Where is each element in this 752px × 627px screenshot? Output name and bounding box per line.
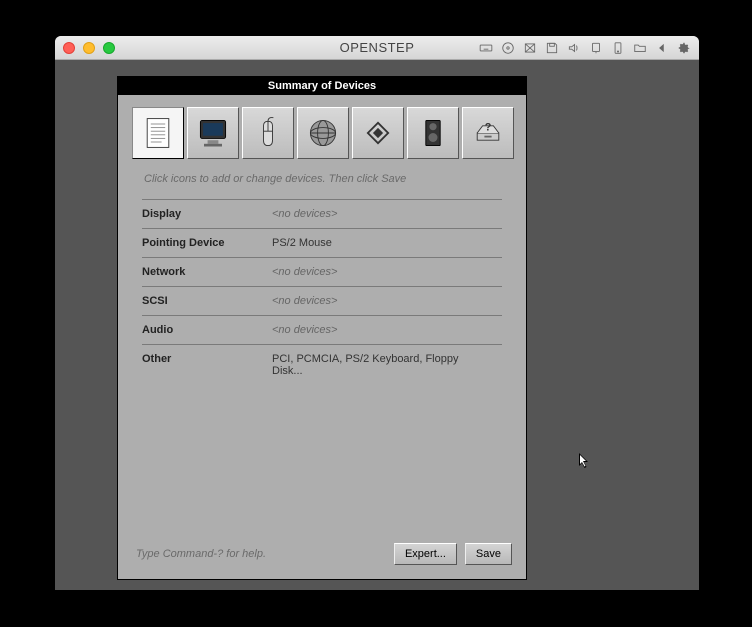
disc-icon[interactable]: [501, 41, 515, 55]
device-label: Network: [142, 266, 272, 278]
folder-icon[interactable]: [633, 41, 647, 55]
floppy-icon[interactable]: [545, 41, 559, 55]
other-icon[interactable]: ?: [462, 107, 514, 159]
mouse-icon[interactable]: [242, 107, 294, 159]
app-body: ? Click icons to add or change devices. …: [118, 95, 526, 397]
device-row: Pointing Device PS/2 Mouse: [142, 228, 502, 257]
device-config-window: Summary of Devices: [117, 76, 527, 580]
device-value: <no devices>: [272, 208, 337, 220]
zoom-button[interactable]: [103, 42, 115, 54]
minimize-button[interactable]: [83, 42, 95, 54]
device-label: SCSI: [142, 295, 272, 307]
instruction-text: Click icons to add or change devices. Th…: [144, 173, 514, 185]
window-title: OPENSTEP: [340, 40, 415, 55]
network-icon[interactable]: [297, 107, 349, 159]
save-button[interactable]: Save: [465, 543, 512, 565]
device-row: Other PCI, PCMCIA, PS/2 Keyboard, Floppy…: [142, 344, 502, 385]
gear-icon[interactable]: [677, 41, 691, 55]
footer: Type Command-? for help. Expert... Save: [136, 543, 512, 565]
app-window-title: Summary of Devices: [118, 77, 526, 95]
back-icon[interactable]: [655, 41, 669, 55]
audio-icon[interactable]: [407, 107, 459, 159]
expert-button[interactable]: Expert...: [394, 543, 457, 565]
device-value: <no devices>: [272, 266, 337, 278]
device-label: Display: [142, 208, 272, 220]
device-row: SCSI <no devices>: [142, 286, 502, 315]
vm-screen: Summary of Devices: [55, 60, 699, 590]
scsi-icon[interactable]: [352, 107, 404, 159]
volume-icon[interactable]: [567, 41, 581, 55]
device-label: Other: [142, 353, 272, 377]
mouse-cursor: [579, 453, 591, 471]
button-row: Expert... Save: [394, 543, 512, 565]
device-value: <no devices>: [272, 295, 337, 307]
device-row: Display <no devices>: [142, 199, 502, 228]
close-button[interactable]: [63, 42, 75, 54]
device-value: PS/2 Mouse: [272, 237, 332, 249]
window-controls: [63, 42, 115, 54]
summary-icon[interactable]: [132, 107, 184, 159]
device-row: Audio <no devices>: [142, 315, 502, 344]
device-label: Audio: [142, 324, 272, 336]
device-value: <no devices>: [272, 324, 337, 336]
device-row: Network <no devices>: [142, 257, 502, 286]
display-icon[interactable]: [187, 107, 239, 159]
device-list: Display <no devices> Pointing Device PS/…: [142, 199, 502, 385]
device-label: Pointing Device: [142, 237, 272, 249]
titlebar: OPENSTEP: [55, 36, 699, 60]
keyboard-icon[interactable]: [479, 41, 493, 55]
help-text: Type Command-? for help.: [136, 548, 266, 560]
emulator-window: OPENSTEP Summary of Devices: [55, 36, 699, 590]
network-small-icon[interactable]: [589, 41, 603, 55]
tablet-icon[interactable]: [611, 41, 625, 55]
svg-text:?: ?: [485, 121, 492, 133]
save-icon[interactable]: [523, 41, 537, 55]
category-icon-row: ?: [132, 107, 514, 159]
device-value: PCI, PCMCIA, PS/2 Keyboard, Floppy Disk.…: [272, 353, 472, 377]
emulator-toolbar: [479, 41, 691, 55]
